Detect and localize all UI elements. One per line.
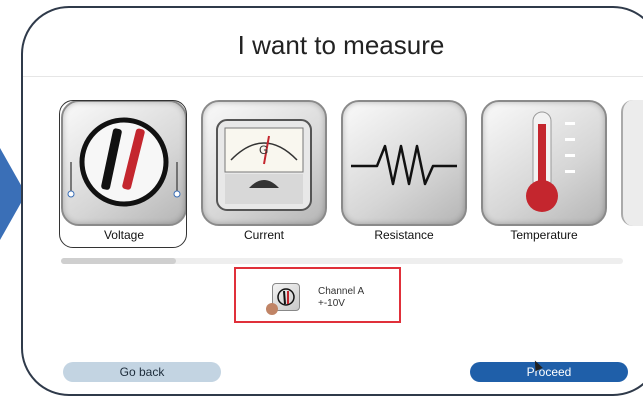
option-temperature[interactable]: Temperature (481, 100, 607, 248)
channel-range: +-10V (318, 298, 345, 309)
option-label: Temperature (510, 228, 578, 242)
page-title: I want to measure (237, 30, 445, 60)
scrollbar-thumb[interactable] (61, 258, 176, 264)
measure-dialog: I want to measure Voltage G Current Resi… (21, 6, 643, 396)
options-scrollbar[interactable] (61, 258, 623, 264)
header-divider (23, 76, 643, 77)
channel-name: Channel A (318, 286, 365, 297)
analog-meter-icon: G (201, 100, 327, 226)
next-option-peek[interactable] (621, 100, 643, 226)
svg-text:G: G (259, 143, 268, 157)
option-current[interactable]: G Current (201, 100, 327, 248)
channel-color-dot (266, 303, 278, 315)
thermometer-icon (481, 100, 607, 226)
selected-option-outline (59, 100, 187, 248)
go-back-button[interactable]: Go back (63, 362, 221, 382)
option-label: Resistance (374, 228, 434, 242)
option-resistance[interactable]: Resistance (341, 100, 467, 248)
option-label: Current (243, 228, 284, 242)
proceed-button[interactable]: Proceed (470, 362, 628, 382)
channel-selector[interactable]: Channel A +-10V (234, 267, 401, 323)
resistor-icon (341, 100, 467, 226)
